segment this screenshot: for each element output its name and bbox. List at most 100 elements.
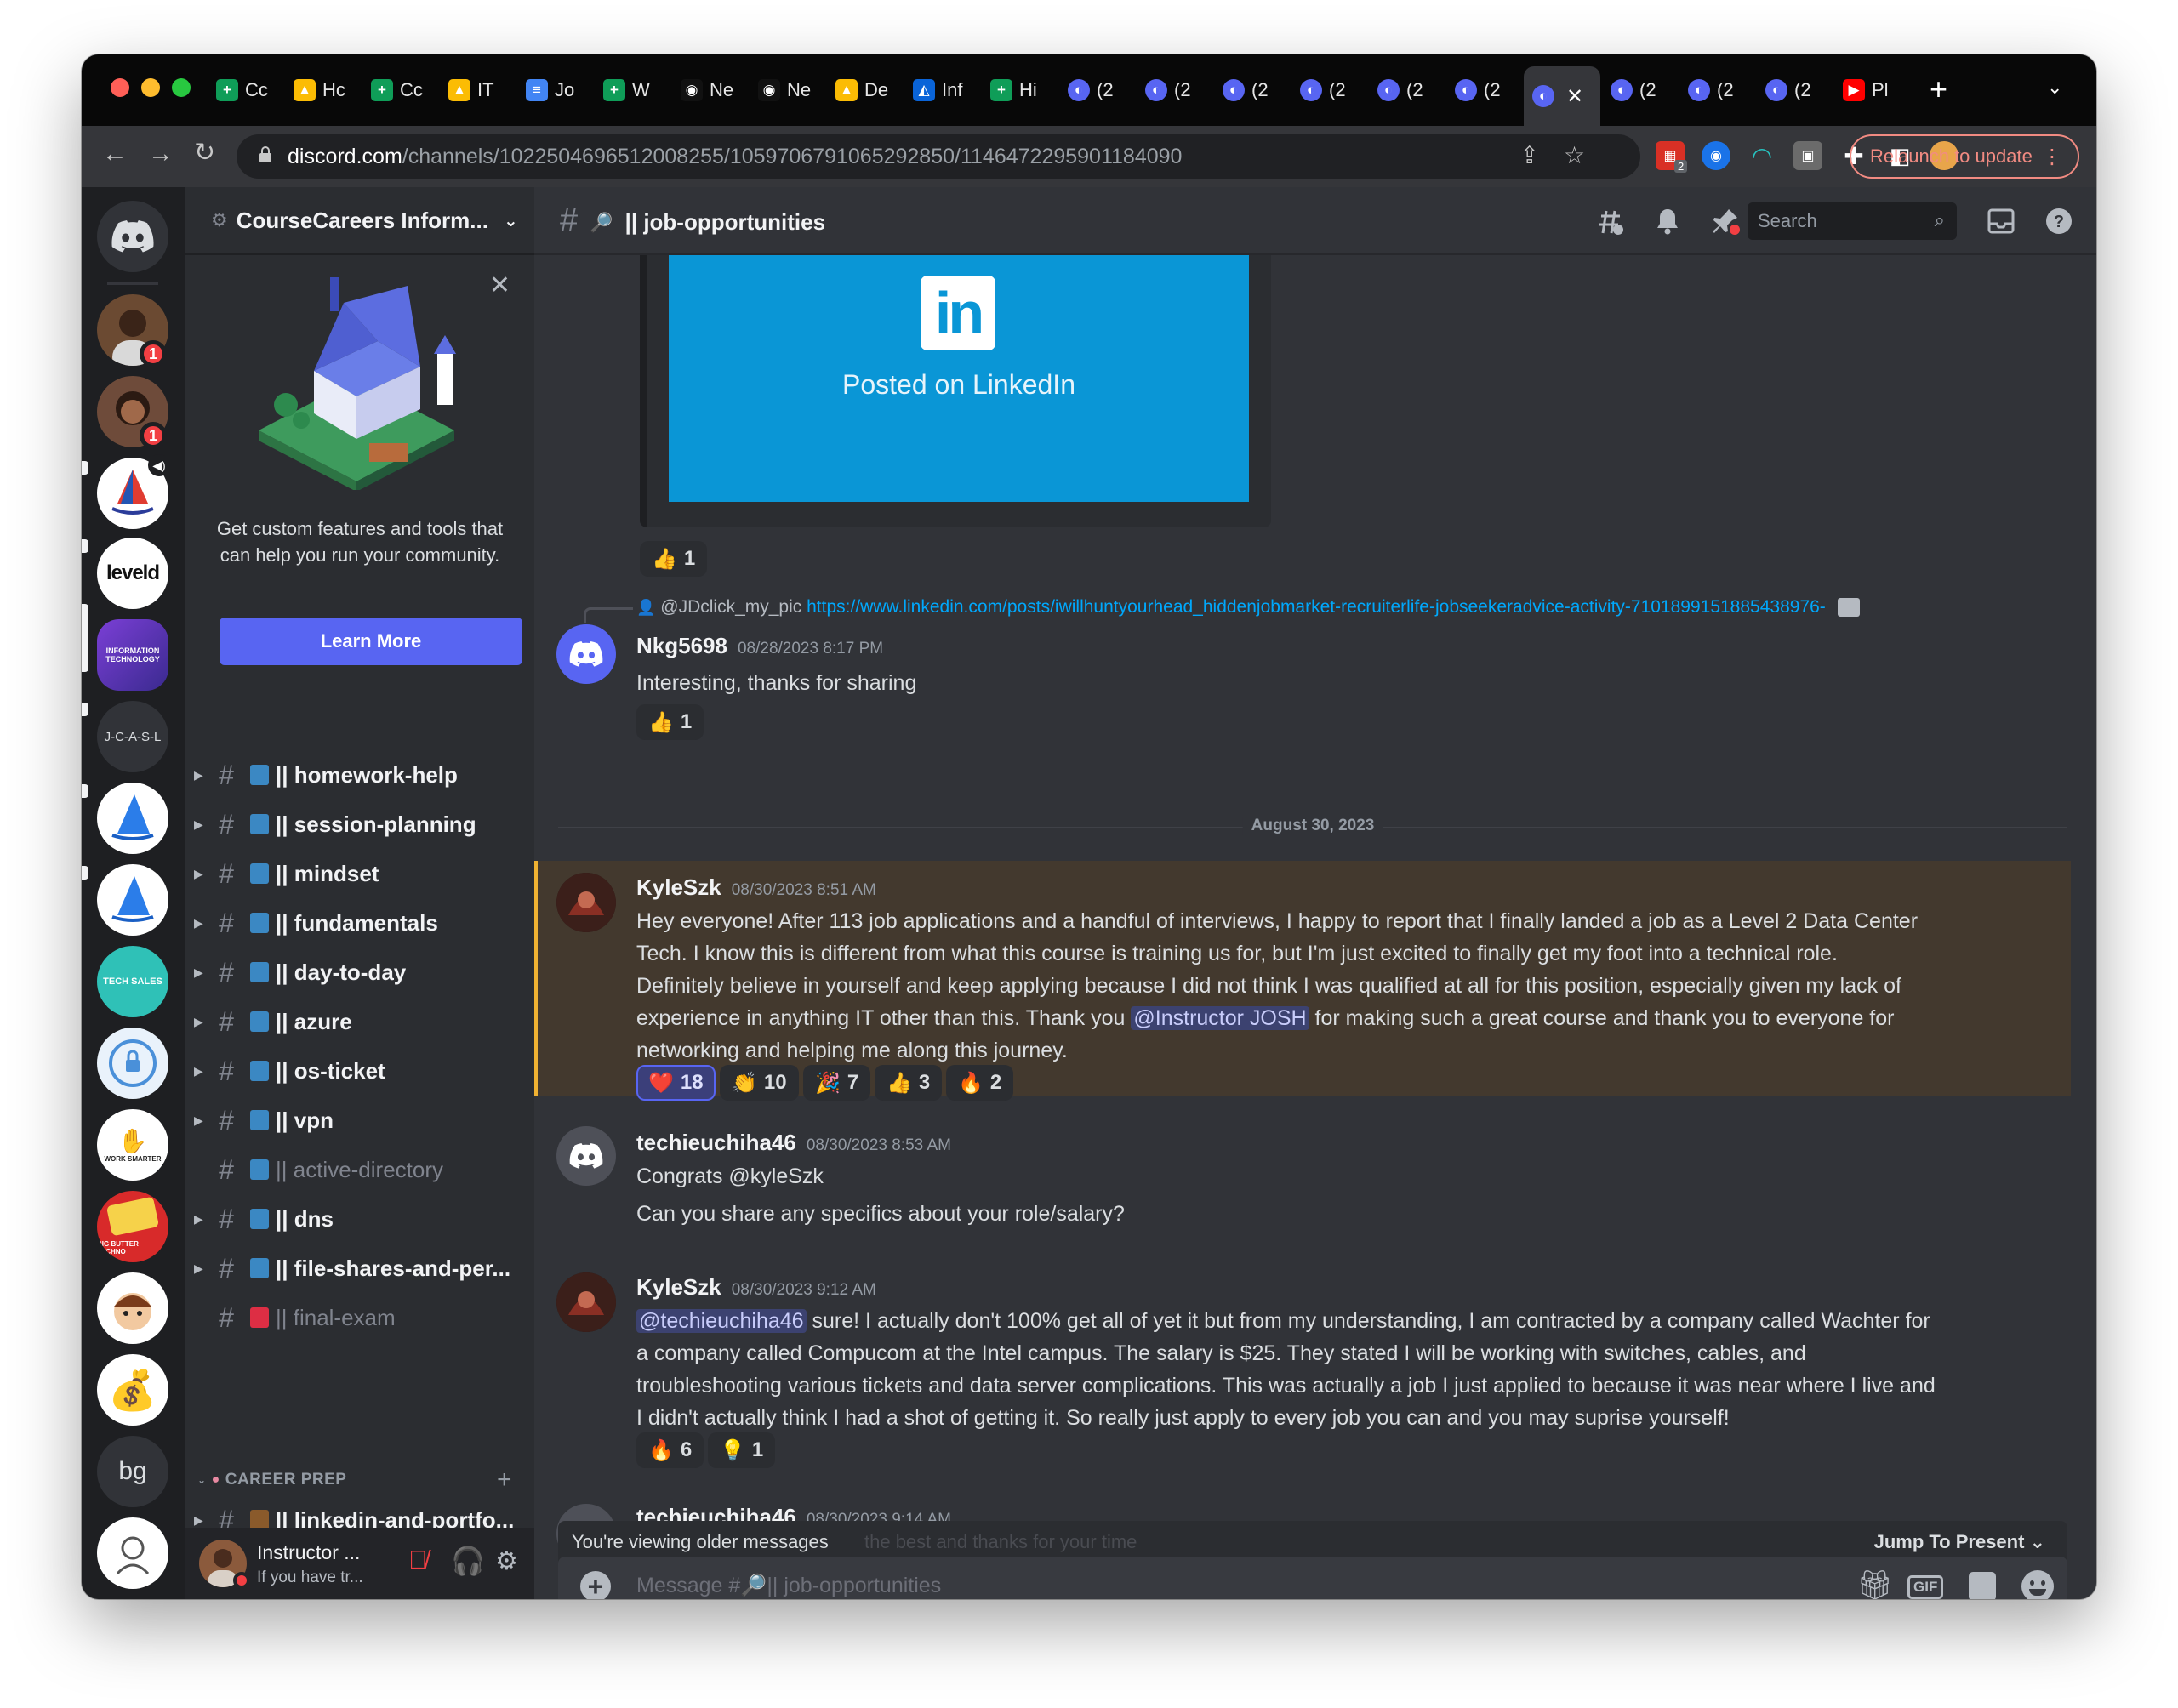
gift-icon[interactable]: 🎁︎ [1856,1569,1893,1599]
expand-threads-icon[interactable]: ▶ [194,1513,203,1528]
browser-tab[interactable]: + Cc [208,70,279,111]
forward-arrow-icon[interactable]: → [148,139,174,168]
server-tech-sales[interactable]: TECH SALES [97,946,168,1017]
reaction-chip[interactable]: 👏 10 [720,1065,799,1101]
jump-to-present-button[interactable]: Jump To Present ⌄ [1874,1531,2045,1553]
browser-tab[interactable]: ◐ (2 [1369,70,1440,111]
user-mention[interactable]: @Instructor JOSH [1131,1006,1309,1030]
help-icon[interactable]: ? [2044,206,2074,236]
user-mention[interactable]: @techieuchiha46 [636,1309,807,1333]
reaction-chip[interactable]: 👍 3 [875,1065,943,1101]
server-jcasl[interactable]: J-C-A-S-L [97,701,168,772]
user-avatar[interactable] [556,1272,616,1332]
sidebar-channel[interactable]: ▶ # || azure [194,1000,526,1043]
browser-tab[interactable]: ◐ (2 [1679,70,1751,111]
reaction-chip[interactable]: 👍 1 [640,541,708,577]
tab-search-chevron-icon[interactable]: ⌄ [2047,77,2062,99]
emoji-picker-icon[interactable] [2021,1570,2054,1599]
server-coursecareers-2[interactable] [97,864,168,936]
share-icon[interactable]: ⇪ [1519,141,1539,169]
browser-tab[interactable]: ▲ IT [440,70,511,111]
learn-more-button[interactable]: Learn More [220,618,522,665]
browser-tab[interactable]: ◭ Inf [904,70,976,111]
server-bg[interactable]: bg [97,1436,168,1507]
server-coursecareers-1[interactable] [97,783,168,854]
browser-tab[interactable]: ◐ (2 [1602,70,1673,111]
default-discord-avatar[interactable] [556,1126,616,1186]
category-career-prep[interactable]: ⌄ ● CAREER PREP + [197,1463,524,1497]
reaction-chip[interactable]: 💡 1 [708,1432,776,1468]
reply-preview[interactable]: 👤 @JDclick_my_pic https://www.linkedin.c… [636,597,1860,618]
browser-tab[interactable]: ▲ Hc [285,70,356,111]
author-name[interactable]: KyleSzk [636,1274,721,1300]
browser-tab[interactable]: + Hi [982,70,1053,111]
extension-blue-icon[interactable]: ◉ [1702,141,1730,170]
expand-threads-icon[interactable]: ▶ [194,1015,203,1029]
threads-icon[interactable] [1594,206,1625,236]
inbox-icon[interactable] [1986,206,2016,236]
browser-tab[interactable]: ◐ (2 [1291,70,1363,111]
expand-threads-icon[interactable]: ▶ [194,817,203,832]
close-tab-icon[interactable]: ✕ [1566,84,1583,109]
search-input[interactable]: Search ⌕ [1748,202,1957,240]
extension-gray-icon[interactable]: ▣ [1793,141,1822,170]
expand-threads-icon[interactable]: ▶ [194,1064,203,1079]
upload-plus-icon[interactable]: + [580,1571,611,1599]
author-name[interactable]: KyleSzk [636,874,721,900]
sidebar-channel[interactable]: ▶ # || mindset [194,852,526,895]
expand-threads-icon[interactable]: ▶ [194,1212,203,1227]
reply-link[interactable]: https://www.linkedin.com/posts/iwillhunt… [807,597,1826,617]
server-misc[interactable] [97,1517,168,1589]
browser-tab[interactable]: + Cc [362,70,434,111]
browser-tab[interactable]: ◐ (2 [1446,70,1518,111]
user-settings-gear-icon[interactable]: ⚙ [495,1546,518,1576]
server-big-butter[interactable]: BIG BUTTER TECHNO [97,1191,168,1262]
browser-tab[interactable]: ◐ ✕ [1524,66,1600,126]
browser-tab[interactable]: + W [595,70,666,111]
create-channel-icon[interactable]: + [497,1466,512,1494]
gif-icon[interactable]: GIF [1907,1575,1944,1599]
expand-threads-icon[interactable]: ▶ [194,867,203,881]
expand-threads-icon[interactable]: ▶ [194,768,203,783]
pinned-messages-icon[interactable] [1710,206,1741,236]
browser-tab[interactable]: ◉ Ne [672,70,744,111]
server-work-smarter[interactable]: ✋ WORK SMARTER [97,1109,168,1181]
notification-bell-icon[interactable] [1652,206,1683,236]
server-leveld[interactable]: leveld [97,538,168,609]
relaunch-to-update-button[interactable]: Relaunch to update ⋮ [1850,134,2079,179]
expand-threads-icon[interactable]: ▶ [194,965,203,980]
guild-header[interactable]: ⚙ CourseCareers Inform... ⌄ [185,187,534,255]
browser-tab[interactable]: ≡ Jo [517,70,589,111]
reaction-chip[interactable]: 👍 1 [636,704,704,740]
discord-home-icon[interactable] [97,201,168,272]
sidebar-channel[interactable]: ▶ # || vpn [194,1099,526,1142]
muted-mic-icon[interactable]: 🎙̸ [408,1546,428,1575]
sidebar-channel[interactable]: ▶ # || dns [194,1198,526,1240]
message-input[interactable]: Message #🔎|| job-opportunities [636,1574,941,1598]
default-discord-avatar[interactable] [556,624,616,684]
browser-tab[interactable]: ▶ Pl [1834,70,1906,111]
maximize-window-button[interactable] [172,78,191,97]
reaction-chip[interactable]: 🔥 2 [946,1065,1014,1101]
browser-tab[interactable]: ◉ Ne [750,70,821,111]
address-bar[interactable]: discord.com/channels/1022504696512008255… [237,134,1640,179]
user-avatar[interactable] [556,873,616,932]
server-anime[interactable] [97,1272,168,1344]
more-menu-icon[interactable]: ⋮ [2042,145,2062,169]
reaction-chip[interactable]: 🎉 7 [803,1065,871,1101]
reload-icon[interactable]: ↻ [194,138,215,168]
embed-image[interactable]: in Posted on LinkedIn [669,255,1249,502]
browser-tab[interactable]: ◐ (2 [1214,70,1286,111]
sidebar-channel[interactable]: # || final-exam [201,1296,526,1339]
browser-tab[interactable]: ▲ De [827,70,898,111]
headphones-icon[interactable]: 🎧 [451,1545,485,1577]
sidebar-channel[interactable]: ▶ # || file-shares-and-per... [194,1247,526,1290]
author-name[interactable]: Nkg5698 [636,633,727,658]
new-tab-button[interactable]: + [1930,71,1947,107]
bookmark-star-icon[interactable]: ☆ [1564,141,1585,169]
reaction-chip[interactable]: ❤️ 18 [636,1065,716,1101]
extension-teal-icon[interactable]: ◠ [1748,141,1776,170]
close-icon[interactable]: ✕ [489,270,510,300]
sidebar-channel[interactable]: ▶ # || session-planning [194,803,526,845]
browser-tab[interactable]: ◐ (2 [1137,70,1208,111]
